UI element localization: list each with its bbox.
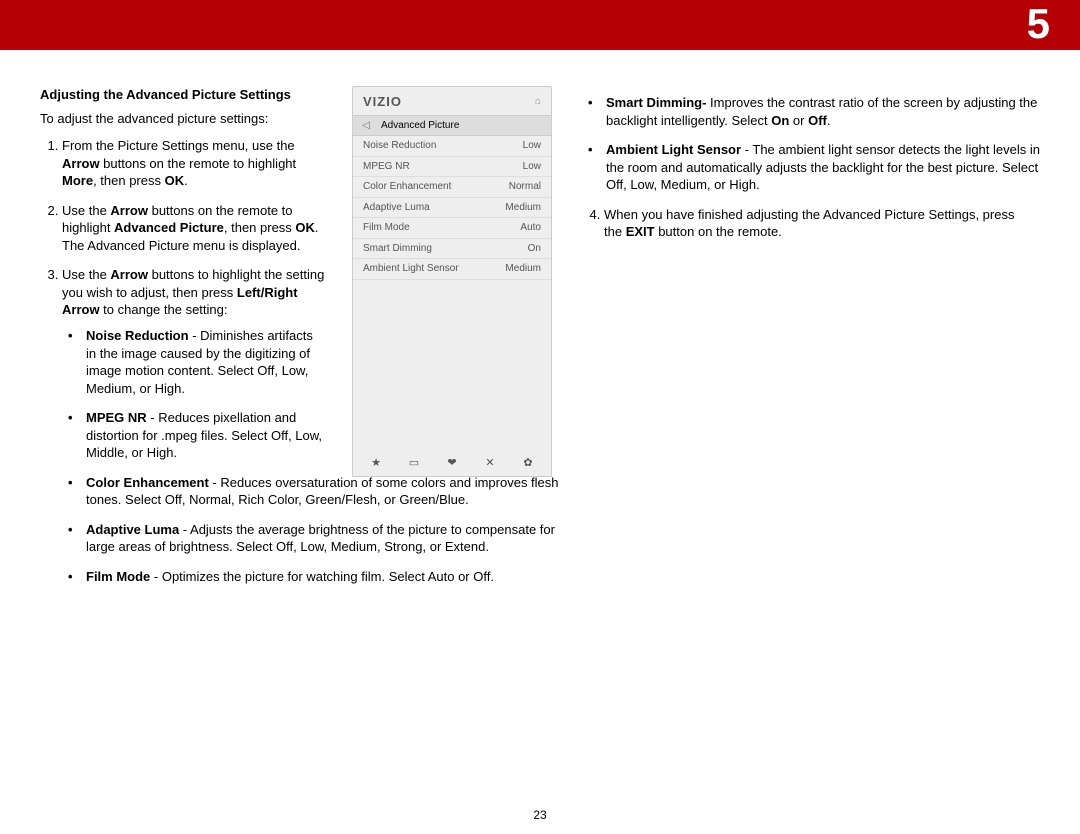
sub-color-enhancement: Color Enhancement - Reduces oversaturati… xyxy=(68,474,578,509)
tv-menu-rows: Noise ReductionLow MPEG NRLow Color Enha… xyxy=(353,136,551,280)
star-icon: ★ xyxy=(367,456,385,471)
sub-film-mode: Film Mode - Optimizes the picture for wa… xyxy=(68,568,578,586)
sub-smart-dimming: Smart Dimming- Improves the contrast rat… xyxy=(588,94,1040,129)
vizio-logo: VIZIO xyxy=(363,93,402,111)
page-content: Adjusting the Advanced Picture Settings … xyxy=(0,50,1080,598)
section-title: Adjusting the Advanced Picture Settings xyxy=(40,86,330,104)
gear-icon: ✿ xyxy=(519,456,537,471)
sub-noise-reduction: Noise Reduction - Diminishes artifacts i… xyxy=(68,327,326,397)
steps-list-continued: When you have finished adjusting the Adv… xyxy=(604,206,1040,241)
tv-row: Adaptive LumaMedium xyxy=(353,198,551,219)
chevron-down-icon: ❤ xyxy=(443,456,461,471)
home-icon: ⌂ xyxy=(535,95,541,109)
steps-list: From the Picture Settings menu, use the … xyxy=(62,137,330,585)
tv-menu-title-row: ◁ Advanced Picture xyxy=(353,115,551,137)
sub-mpeg-nr: MPEG NR - Reduces pixellation and distor… xyxy=(68,409,326,462)
tv-row: MPEG NRLow xyxy=(353,157,551,178)
chapter-header-bar: 5 xyxy=(0,0,1080,50)
step-3-sublist-right: Smart Dimming- Improves the contrast rat… xyxy=(588,94,1040,194)
back-icon: ◁ xyxy=(361,119,371,133)
right-column: Smart Dimming- Improves the contrast rat… xyxy=(582,86,1040,598)
chapter-number: 5 xyxy=(1027,0,1050,48)
sub-ambient-light: Ambient Light Sensor - The ambient light… xyxy=(588,141,1040,194)
sub-adaptive-luma: Adaptive Luma - Adjusts the average brig… xyxy=(68,521,578,556)
page-number: 23 xyxy=(0,808,1080,822)
tv-frame: VIZIO ⌂ ◁ Advanced Picture Noise Reducti… xyxy=(352,86,552,477)
section-intro: To adjust the advanced picture settings: xyxy=(40,110,330,128)
step-4: When you have finished adjusting the Adv… xyxy=(604,206,1040,241)
tv-row: Color EnhancementNormal xyxy=(353,177,551,198)
tv-header: VIZIO ⌂ xyxy=(353,87,551,115)
tv-row: Film ModeAuto xyxy=(353,218,551,239)
step-3-sublist-narrow: Noise Reduction - Diminishes artifacts i… xyxy=(68,327,326,462)
left-column: Adjusting the Advanced Picture Settings … xyxy=(40,86,330,598)
tv-empty-area xyxy=(353,280,551,450)
step-2: Use the Arrow buttons on the remote to h… xyxy=(62,202,330,255)
close-icon: ✕ xyxy=(481,456,499,471)
tv-footer-icons: ★ ▭ ❤ ✕ ✿ xyxy=(353,450,551,477)
tv-menu-title: Advanced Picture xyxy=(381,119,459,133)
step-1: From the Picture Settings menu, use the … xyxy=(62,137,330,190)
tv-row: Ambient Light SensorMedium xyxy=(353,259,551,280)
tv-row: Smart DimmingOn xyxy=(353,239,551,260)
tv-row: Noise ReductionLow xyxy=(353,136,551,157)
step-3-sublist-wide: Color Enhancement - Reduces oversaturati… xyxy=(68,474,578,586)
wide-icon: ▭ xyxy=(405,456,423,471)
step-3: Use the Arrow buttons to highlight the s… xyxy=(62,266,330,585)
